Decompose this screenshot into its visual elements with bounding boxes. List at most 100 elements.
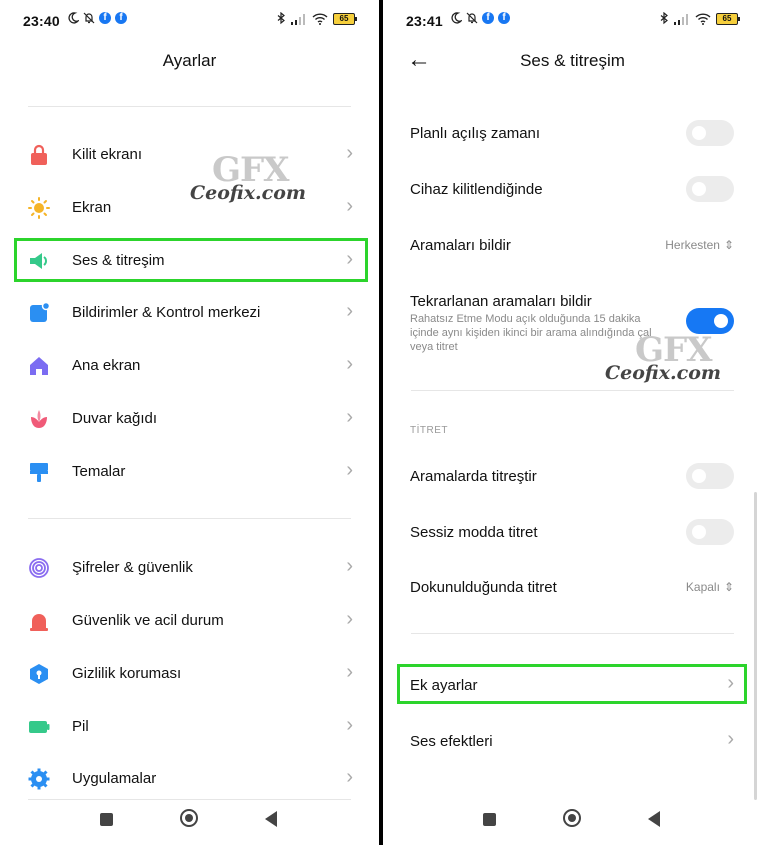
settings-item-wallpaper[interactable]: Duvar kağıdı › <box>0 393 379 443</box>
wifi-icon <box>312 12 328 25</box>
facebook-icon: f <box>482 12 494 24</box>
wifi-icon <box>695 12 711 25</box>
scrollbar[interactable] <box>754 492 757 800</box>
watermark: GFX Ceofix.com <box>605 330 735 392</box>
settings-item-label: Ekran <box>72 199 112 216</box>
wallpaper-icon <box>31 410 47 428</box>
divider <box>28 106 351 107</box>
facebook-icon: f <box>115 12 127 24</box>
divider <box>28 518 351 519</box>
settings-item-apps[interactable]: Uygulamalar › <box>0 753 379 803</box>
setting-device-locked[interactable]: Cihaz kilitlendiğinde <box>383 166 762 212</box>
setting-label: Tekrarlanan aramaları bildir <box>410 293 592 310</box>
setting-vibrate-silent[interactable]: Sessiz modda titret <box>383 509 762 555</box>
chevron-right-icon: › <box>346 459 353 481</box>
toggle-switch[interactable] <box>686 120 734 146</box>
home-icon <box>30 357 48 375</box>
settings-item-label: Duvar kağıdı <box>72 410 158 427</box>
settings-item-battery[interactable]: Pil › <box>0 701 379 751</box>
status-bar: 23:41 f f 65 <box>383 0 762 40</box>
setting-label: Aramalarda titreştir <box>410 468 537 485</box>
home-button[interactable] <box>563 809 581 827</box>
setting-sound-effects[interactable]: Ses efektleri › <box>383 719 762 761</box>
back-button[interactable] <box>648 811 660 827</box>
page-title: Ayarlar <box>162 51 217 70</box>
settings-item-privacy[interactable]: Gizlilik koruması › <box>0 648 379 698</box>
chevron-right-icon: › <box>346 766 353 788</box>
settings-item-label: Bildirimler & Kontrol merkezi <box>72 304 261 321</box>
settings-item-label: Pil <box>72 718 89 735</box>
value-selector[interactable]: Kapalı ⇕ <box>686 580 734 594</box>
status-bar: 23:40 f f 65 <box>0 0 379 40</box>
setting-label: Planlı açılış zamanı <box>410 125 541 142</box>
settings-item-label: Güvenlik ve acil durum <box>72 612 224 629</box>
signal-icon <box>291 13 305 25</box>
up-down-icon: ⇕ <box>723 580 734 594</box>
selected-value: Kapalı <box>685 580 720 594</box>
setting-scheduled-power-on[interactable]: Planlı açılış zamanı <box>383 110 762 156</box>
toggle-switch[interactable] <box>686 519 734 545</box>
setting-vibrate-on-calls[interactable]: Aramalarda titreştir <box>383 453 762 499</box>
setting-label: Cihaz kilitlendiğinde <box>410 181 543 198</box>
setting-label: Dokunulduğunda titret <box>410 579 557 596</box>
setting-allow-calls[interactable]: Aramaları bildir Herkesten ⇕ <box>383 222 762 268</box>
watermark: GFX Ceofix.com <box>190 150 310 212</box>
settings-item-notifications[interactable]: Bildirimler & Kontrol merkezi › <box>0 287 379 337</box>
chevron-right-icon: › <box>346 353 353 375</box>
shield-icon <box>30 664 48 684</box>
navigation-bar <box>0 797 379 845</box>
chevron-right-icon: › <box>346 608 353 630</box>
sound-vibration-screen: 23:41 f f 65 ← Ses & titreşim Planlı açı… <box>383 0 762 845</box>
notification-icon <box>30 302 50 322</box>
chevron-right-icon: › <box>346 714 353 736</box>
settings-item-safety-emergency[interactable]: Güvenlik ve acil durum › <box>0 595 379 645</box>
chevron-right-icon: › <box>346 555 353 577</box>
settings-item-label: Ana ekran <box>72 357 141 374</box>
setting-haptic-feedback[interactable]: Dokunulduğunda titret Kapalı ⇕ <box>383 564 762 610</box>
toggle-switch[interactable] <box>686 176 734 202</box>
status-time: 23:41 <box>406 13 443 29</box>
page-title: Ses & titreşim <box>520 51 625 70</box>
bell-off-icon <box>466 12 478 24</box>
watermark-site: Ceofix.com <box>190 182 306 204</box>
chevron-right-icon: › <box>346 661 353 683</box>
alarm-icon <box>30 614 48 631</box>
battery-icon <box>29 721 50 733</box>
brush-icon <box>30 463 48 482</box>
bluetooth-icon <box>277 12 285 25</box>
chevron-right-icon: › <box>346 195 353 217</box>
recents-button[interactable] <box>100 813 113 826</box>
bluetooth-icon <box>660 12 668 25</box>
chevron-right-icon: › <box>727 728 734 750</box>
toggle-switch[interactable] <box>686 463 734 489</box>
settings-item-label: Temalar <box>72 463 126 480</box>
recents-button[interactable] <box>483 813 496 826</box>
facebook-icon: f <box>498 12 510 24</box>
setting-label: Ses efektleri <box>410 733 493 750</box>
selected-value: Herkesten <box>665 238 720 252</box>
signal-icon <box>674 13 688 25</box>
moon-icon <box>451 12 462 24</box>
back-button[interactable] <box>265 811 277 827</box>
moon-icon <box>68 12 79 24</box>
bell-off-icon <box>83 12 95 24</box>
settings-item-passwords-security[interactable]: Şifreler & güvenlik › <box>0 542 379 592</box>
setting-label: Aramaları bildir <box>410 237 511 254</box>
settings-item-themes[interactable]: Temalar › <box>0 446 379 496</box>
highlight-box <box>397 664 747 704</box>
divider <box>411 633 734 634</box>
fingerprint-icon <box>29 558 49 578</box>
section-header: TİTRET <box>410 425 448 436</box>
settings-item-home-screen[interactable]: Ana ekran › <box>0 340 379 390</box>
home-button[interactable] <box>180 809 198 827</box>
watermark-site: Ceofix.com <box>605 362 721 384</box>
highlight-box <box>14 238 368 282</box>
chevron-right-icon: › <box>346 142 353 164</box>
chevron-right-icon: › <box>346 300 353 322</box>
setting-label: Sessiz modda titret <box>410 524 538 541</box>
value-selector[interactable]: Herkesten ⇕ <box>665 238 734 252</box>
settings-item-label: Şifreler & güvenlik <box>72 559 193 576</box>
facebook-icon: f <box>99 12 111 24</box>
battery-indicator: 65 <box>716 12 740 25</box>
battery-indicator: 65 <box>333 12 357 25</box>
